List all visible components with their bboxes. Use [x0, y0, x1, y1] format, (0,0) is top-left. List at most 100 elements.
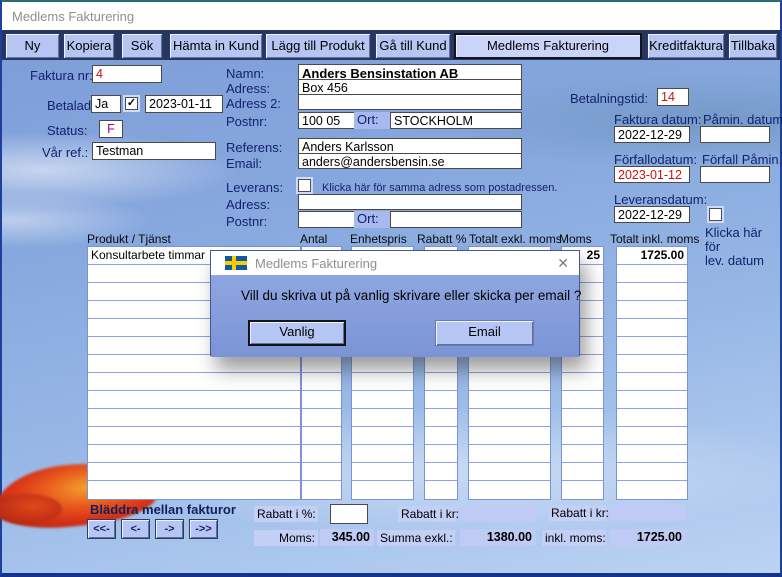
table-cell[interactable] [88, 409, 300, 427]
back-button[interactable]: Tillbaka [728, 33, 778, 59]
table-cell[interactable] [88, 481, 300, 499]
table-cell[interactable] [562, 373, 603, 391]
table-cell[interactable] [617, 391, 687, 409]
delivery-same-address-checkbox[interactable] [298, 179, 311, 192]
table-cell[interactable] [352, 427, 413, 445]
table-cell[interactable] [425, 373, 457, 391]
table-cell[interactable] [88, 427, 300, 445]
table-cell[interactable] [425, 355, 457, 373]
address-field[interactable]: Box 456 [298, 79, 522, 95]
reference-field[interactable]: Anders Karlsson [298, 138, 522, 154]
email-field[interactable]: anders@andersbensin.se [298, 153, 522, 169]
delivery-address-field[interactable] [298, 194, 522, 210]
invoice-number-field[interactable]: 4 [92, 65, 162, 83]
paid-date-field[interactable]: 2023-01-11 [145, 95, 223, 113]
table-cell[interactable] [562, 391, 603, 409]
address2-field[interactable] [298, 94, 522, 110]
payment-terms-field[interactable]: 14 [657, 88, 689, 106]
city-field[interactable]: STOCKHOLM [390, 112, 522, 129]
table-cell[interactable] [617, 337, 687, 355]
table-cell[interactable] [469, 427, 550, 445]
discount-kr2-field[interactable] [610, 504, 686, 521]
paid-field[interactable]: Ja [91, 95, 121, 113]
table-cell[interactable] [302, 355, 341, 373]
table-cell[interactable] [469, 481, 550, 499]
status-field[interactable]: F [99, 120, 123, 138]
table-cell[interactable] [302, 481, 341, 499]
table-cell[interactable] [617, 283, 687, 301]
table-cell[interactable] [617, 463, 687, 481]
table-cell[interactable] [352, 481, 413, 499]
discount-kr1-field[interactable] [460, 505, 536, 522]
table-cell[interactable] [88, 463, 300, 481]
new-button[interactable]: Ny [5, 33, 60, 59]
table-cell[interactable] [302, 391, 341, 409]
table-cell[interactable] [352, 355, 413, 373]
table-cell[interactable] [425, 409, 457, 427]
due-reminder-field[interactable] [700, 166, 770, 183]
name-field[interactable]: Anders Bensinstation AB [298, 64, 522, 80]
table-cell[interactable] [469, 409, 550, 427]
table-cell[interactable] [425, 427, 457, 445]
due-date-field[interactable]: 2023-01-12 [614, 166, 690, 183]
our-ref-field[interactable]: Testman [92, 142, 216, 160]
table-cell[interactable] [88, 445, 300, 463]
first-invoice-button[interactable]: <<- [87, 519, 116, 539]
print-normal-button[interactable]: Vanlig [248, 320, 346, 346]
table-cell[interactable] [617, 265, 687, 283]
prev-invoice-button[interactable]: <- [121, 519, 150, 539]
discount-pct-input[interactable] [330, 504, 368, 524]
table-cell[interactable] [562, 409, 603, 427]
table-cell[interactable] [302, 445, 341, 463]
table-cell[interactable] [562, 445, 603, 463]
table-cell[interactable] [617, 301, 687, 319]
last-invoice-button[interactable]: ->> [189, 519, 218, 539]
table-cell[interactable] [562, 427, 603, 445]
table-cell[interactable] [617, 427, 687, 445]
delivery-date-field[interactable]: 2022-12-29 [614, 206, 690, 223]
table-cell[interactable] [469, 463, 550, 481]
table-cell[interactable] [302, 427, 341, 445]
table-cell[interactable] [617, 319, 687, 337]
table-cell[interactable] [352, 463, 413, 481]
table-cell[interactable] [302, 409, 341, 427]
table-cell[interactable] [88, 391, 300, 409]
paid-checkbox[interactable]: ✓ [125, 97, 138, 110]
search-button[interactable]: Sök [121, 33, 163, 59]
table-cell[interactable] [469, 445, 550, 463]
goto-customer-button[interactable]: Gå till Kund [375, 33, 451, 59]
member-invoicing-button[interactable]: Medlems Fakturering [454, 33, 642, 59]
table-cell[interactable] [352, 409, 413, 427]
table-cell[interactable] [469, 373, 550, 391]
table-cell[interactable]: 1725.00 [617, 247, 687, 265]
table-cell[interactable] [617, 373, 687, 391]
table-cell[interactable] [617, 409, 687, 427]
table-cell[interactable] [562, 481, 603, 499]
close-icon[interactable]: ✕ [557, 255, 569, 272]
add-product-button[interactable]: Lägg till Produkt [265, 33, 371, 59]
table-cell[interactable] [469, 355, 550, 373]
copy-button[interactable]: Kopiera [63, 33, 115, 59]
table-cell[interactable] [617, 355, 687, 373]
table-cell[interactable] [425, 463, 457, 481]
table-cell[interactable] [352, 391, 413, 409]
table-cell[interactable] [425, 481, 457, 499]
table-cell[interactable] [352, 373, 413, 391]
next-invoice-button[interactable]: -> [155, 519, 184, 539]
table-cell[interactable] [562, 355, 603, 373]
table-cell[interactable] [469, 391, 550, 409]
table-cell[interactable] [562, 463, 603, 481]
invoice-date-field[interactable]: 2022-12-29 [614, 126, 690, 143]
credit-invoice-button[interactable]: Kreditfaktura [647, 33, 725, 59]
delivery-date-checkbox[interactable] [709, 208, 722, 221]
table-cell[interactable] [302, 463, 341, 481]
table-cell[interactable] [425, 391, 457, 409]
table-cell[interactable] [88, 373, 300, 391]
delivery-city-field[interactable] [390, 211, 522, 228]
table-cell[interactable] [302, 373, 341, 391]
table-cell[interactable] [352, 445, 413, 463]
fetch-customer-button[interactable]: Hämta in Kund [169, 33, 263, 59]
table-cell[interactable] [617, 445, 687, 463]
reminder-date-field[interactable] [700, 126, 770, 143]
table-cell[interactable] [425, 445, 457, 463]
